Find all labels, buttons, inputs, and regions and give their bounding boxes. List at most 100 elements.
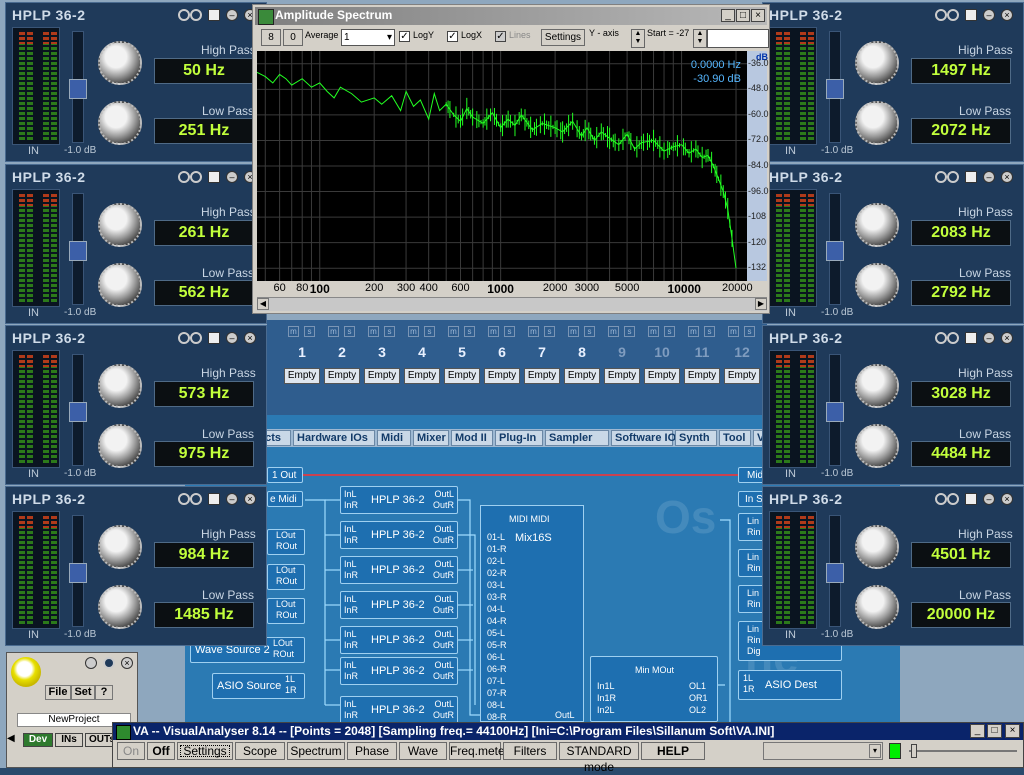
fader-thumb[interactable]: [826, 241, 844, 261]
tab-sampler[interactable]: Sampler: [545, 430, 609, 446]
low-pass-knob[interactable]: [98, 424, 142, 468]
high-pass-knob[interactable]: [98, 364, 142, 408]
close-icon[interactable]: ×: [1001, 493, 1013, 505]
menu-set[interactable]: Set: [71, 685, 95, 700]
hplp-panel[interactable]: HPLP 36-2 – × IN -1.0 dB High Pass 4501 Hz Low …: [762, 486, 1024, 646]
fader-thumb[interactable]: [69, 563, 87, 583]
slot-empty-button[interactable]: Empty: [484, 368, 520, 384]
close-icon[interactable]: ×: [1005, 724, 1020, 738]
va-btn-standard-mode[interactable]: STANDARD mode: [559, 742, 639, 774]
slot-empty-button[interactable]: Empty: [724, 368, 760, 384]
fader-thumb[interactable]: [69, 241, 87, 261]
fader-thumb[interactable]: [826, 402, 844, 422]
link-icon-2[interactable]: [947, 171, 959, 183]
slot-empty-button[interactable]: Empty: [684, 368, 720, 384]
link-icon[interactable]: [178, 171, 190, 183]
va-btn-freq-meter[interactable]: Freq.meter: [449, 742, 509, 760]
lines-checkbox[interactable]: ✓: [495, 31, 506, 42]
minimize-icon[interactable]: –: [983, 171, 995, 183]
hplp-panel[interactable]: HPLP 36-2 – × IN -1.0 dB High Pass 50 Hz Low Pa…: [5, 2, 267, 162]
node-wave-source[interactable]: LOut ROut: [267, 529, 305, 555]
solo-button[interactable]: s: [744, 326, 755, 337]
scroll-right-icon[interactable]: ▶: [755, 298, 767, 310]
node-hplp[interactable]: InL InR HPLP 36-2 OutL OutR: [340, 626, 458, 654]
high-pass-knob[interactable]: [98, 203, 142, 247]
close-icon[interactable]: ×: [244, 493, 256, 505]
solo-button[interactable]: s: [424, 326, 435, 337]
hplp-panel[interactable]: HPLP 36-2 – × IN -1.0 dB High Pass 2083 Hz Low …: [762, 164, 1024, 324]
minimize-icon[interactable]: –: [226, 171, 238, 183]
node-hplp[interactable]: InL InR HPLP 36-2 OutL OutR: [340, 521, 458, 549]
va-btn-on[interactable]: On: [117, 742, 145, 760]
slot-6[interactable]: m s 6 Empty: [484, 320, 520, 400]
close-icon[interactable]: ×: [1001, 332, 1013, 344]
minimize-icon[interactable]: –: [226, 332, 238, 344]
logy-checkbox[interactable]: ✓: [399, 31, 410, 42]
tab-dev[interactable]: Dev: [23, 733, 53, 747]
window-icon[interactable]: [965, 332, 977, 344]
mute-button[interactable]: m: [728, 326, 739, 337]
mute-button[interactable]: m: [648, 326, 659, 337]
low-pass-knob[interactable]: [855, 424, 899, 468]
va-slider-thumb[interactable]: [911, 744, 917, 758]
node-asio-source[interactable]: ASIO Source 1L 1R: [212, 673, 305, 699]
high-pass-knob[interactable]: [855, 41, 899, 85]
minimize-icon[interactable]: –: [226, 9, 238, 21]
slot-12[interactable]: m s 12 Empty: [724, 320, 760, 400]
maximize-icon[interactable]: □: [736, 9, 750, 22]
close-icon[interactable]: ×: [121, 657, 133, 669]
minimize-icon[interactable]: –: [983, 9, 995, 21]
low-pass-knob[interactable]: [98, 585, 142, 629]
va-combo[interactable]: ▾: [763, 742, 883, 760]
mute-button[interactable]: m: [328, 326, 339, 337]
menu-help[interactable]: ?: [95, 685, 113, 700]
hplp-panel[interactable]: HPLP 36-2 – × IN -1.0 dB High Pass 3028 Hz Low …: [762, 325, 1024, 485]
fader-thumb[interactable]: [826, 79, 844, 99]
spectrum-plot[interactable]: 0.0000 Hz -30.90 dB: [256, 51, 747, 281]
minimize-icon[interactable]: –: [983, 332, 995, 344]
window-icon[interactable]: [208, 9, 220, 21]
high-pass-knob[interactable]: [855, 525, 899, 569]
mute-button[interactable]: m: [448, 326, 459, 337]
minimize-icon[interactable]: _: [970, 724, 985, 738]
node-wave-source[interactable]: LOut ROut: [267, 598, 305, 624]
high-pass-knob[interactable]: [855, 203, 899, 247]
btn-0[interactable]: 0: [283, 29, 303, 46]
minimize-icon[interactable]: [85, 657, 97, 669]
window-icon[interactable]: [965, 9, 977, 21]
tab-midi[interactable]: Midi: [377, 430, 411, 446]
high-pass-knob[interactable]: [98, 41, 142, 85]
slot-empty-button[interactable]: Empty: [404, 368, 440, 384]
rollup-icon[interactable]: [103, 657, 115, 669]
mute-button[interactable]: m: [608, 326, 619, 337]
va-btn-scope[interactable]: Scope: [235, 742, 285, 760]
tab-synth[interactable]: Synth: [675, 430, 717, 446]
fader-thumb[interactable]: [826, 563, 844, 583]
hplp-panel[interactable]: HPLP 36-2 – × IN -1.0 dB High Pass 261 Hz Low P…: [5, 164, 267, 324]
slot-empty-button[interactable]: Empty: [324, 368, 360, 384]
link-icon-2[interactable]: [947, 9, 959, 21]
spectrum-titlebar[interactable]: Amplitude Spectrum _ □ ×: [255, 7, 767, 25]
value-input[interactable]: [707, 29, 769, 48]
slot-5[interactable]: m s 5 Empty: [444, 320, 480, 400]
link-icon[interactable]: [178, 332, 190, 344]
mute-button[interactable]: m: [288, 326, 299, 337]
minimize-icon[interactable]: –: [226, 493, 238, 505]
settings-button[interactable]: Settings: [541, 29, 585, 46]
slot-empty-button[interactable]: Empty: [604, 368, 640, 384]
low-pass-knob[interactable]: [855, 585, 899, 629]
low-pass-knob[interactable]: [855, 101, 899, 145]
link-icon-2[interactable]: [190, 9, 202, 21]
slot-11[interactable]: m s 11 Empty: [684, 320, 720, 400]
yaxis-spinner[interactable]: ▲ ▼: [631, 29, 645, 48]
va-btn-phase[interactable]: Phase: [347, 742, 397, 760]
tab-plug-in[interactable]: Plug-In: [495, 430, 543, 446]
link-icon[interactable]: [935, 493, 947, 505]
window-icon[interactable]: [965, 493, 977, 505]
slot-3[interactable]: m s 3 Empty: [364, 320, 400, 400]
solo-button[interactable]: s: [664, 326, 675, 337]
tab-tool[interactable]: Tool: [719, 430, 751, 446]
slot-empty-button[interactable]: Empty: [444, 368, 480, 384]
va-btn-settings[interactable]: Settings: [177, 742, 233, 760]
slot-empty-button[interactable]: Empty: [364, 368, 400, 384]
